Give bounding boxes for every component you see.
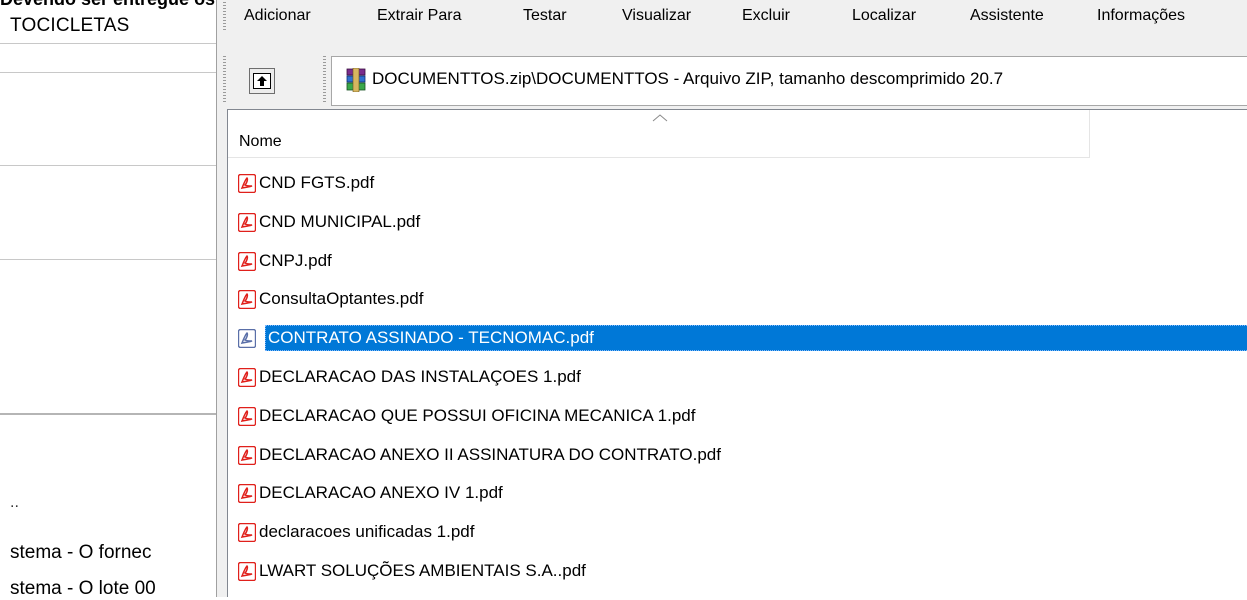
pdf-file-icon xyxy=(238,484,256,503)
file-row[interactable]: CND MUNICIPAL.pdf xyxy=(238,209,1247,235)
file-list[interactable]: Nome CND FGTS.pdf CND MUNICIPAL.pdf CNPJ.p… xyxy=(227,109,1247,597)
pdf-file-icon xyxy=(238,252,256,271)
file-name: LWART SOLUÇÕES AMBIENTAIS S.A..pdf xyxy=(259,561,586,580)
table-divider xyxy=(0,165,216,166)
file-name: CNPJ.pdf xyxy=(259,251,332,270)
table-cell-category: TOCICLETAS xyxy=(10,15,130,36)
address-bar-row: DOCUMENTTOS.zip\DOCUMENTTOS - Arquivo ZI… xyxy=(217,56,1247,108)
file-row[interactable]: ConsultaOptantes.pdf xyxy=(238,286,1247,312)
file-name: DECLARACAO DAS INSTALAÇOES 1.pdf xyxy=(259,367,581,386)
pdf-file-icon xyxy=(238,562,256,581)
file-name: DECLARACAO QUE POSSUI OFICINA MECANICA 1… xyxy=(259,406,696,425)
file-row[interactable]: DECLARACAO ANEXO IV 1.pdf xyxy=(238,480,1247,506)
file-name: ConsultaOptantes.pdf xyxy=(259,289,424,308)
document-text-line: stema - O fornec xyxy=(10,542,152,563)
column-header-label: Nome xyxy=(239,133,282,150)
column-header-name[interactable]: Nome xyxy=(228,110,1090,158)
file-row[interactable]: CNPJ.pdf xyxy=(238,248,1247,274)
toolbar-view-button[interactable]: Visualizar xyxy=(622,5,691,27)
pdf-file-icon xyxy=(238,290,256,309)
pdf-file-icon xyxy=(238,523,256,542)
toolbar-add-button[interactable]: Adicionar xyxy=(244,5,311,27)
archive-path-field[interactable]: DOCUMENTTOS.zip\DOCUMENTTOS - Arquivo ZI… xyxy=(331,56,1247,106)
toolbar-wizard-button[interactable]: Assistente xyxy=(970,5,1044,27)
path-grip[interactable] xyxy=(323,56,326,102)
file-name: declaracoes unificadas 1.pdf xyxy=(259,522,475,541)
sort-ascending-icon xyxy=(652,114,668,122)
file-name: DECLARACAO ANEXO II ASSINATURA DO CONTRA… xyxy=(259,445,721,464)
toolbar-extract-button[interactable]: Extrair Para xyxy=(377,5,461,27)
address-grip[interactable] xyxy=(223,56,226,102)
pdf-file-icon xyxy=(238,174,256,193)
pdf-file-icon xyxy=(238,368,256,387)
pdf-file-icon xyxy=(238,446,256,465)
toolbar-find-button[interactable]: Localizar xyxy=(852,5,916,27)
toolbar-delete-button[interactable]: Excluir xyxy=(742,5,790,27)
pdf-file-icon xyxy=(238,329,256,348)
file-row[interactable]: DECLARACAO QUE POSSUI OFICINA MECANICA 1… xyxy=(238,403,1247,429)
table-divider xyxy=(0,72,216,73)
file-name: CND MUNICIPAL.pdf xyxy=(259,212,421,231)
toolbar: Adicionar Extrair Para Testar Visualizar… xyxy=(217,0,1247,34)
file-row[interactable]: CONTRATO ASSINADO - TECNOMAC.pdf xyxy=(238,325,1247,351)
file-row[interactable]: DECLARACAO ANEXO II ASSINATURA DO CONTRA… xyxy=(238,442,1247,468)
file-row[interactable]: LWART SOLUÇÕES AMBIENTAIS S.A..pdf xyxy=(238,558,1247,584)
file-name: CND FGTS.pdf xyxy=(259,173,375,192)
file-row[interactable]: DECLARACAO DAS INSTALAÇOES 1.pdf xyxy=(238,364,1247,390)
up-arrow-icon xyxy=(253,73,271,89)
toolbar-info-button[interactable]: Informações xyxy=(1097,5,1185,27)
file-row[interactable]: CND FGTS.pdf xyxy=(238,170,1247,196)
toolbar-test-button[interactable]: Testar xyxy=(523,5,567,27)
table-divider xyxy=(0,413,216,415)
pdf-file-icon xyxy=(238,213,256,232)
archive-icon xyxy=(346,68,366,92)
up-folder-button[interactable] xyxy=(249,68,275,94)
file-name: CONTRATO ASSINADO - TECNOMAC.pdf xyxy=(268,328,594,347)
file-name: DECLARACAO ANEXO IV 1.pdf xyxy=(259,483,503,502)
table-divider xyxy=(0,43,216,44)
file-row[interactable]: declaracoes unificadas 1.pdf xyxy=(238,519,1247,545)
document-ellipsis: .. xyxy=(10,494,19,511)
archive-path-text: DOCUMENTTOS.zip\DOCUMENTTOS - Arquivo ZI… xyxy=(372,69,1004,88)
pdf-file-icon xyxy=(238,407,256,426)
archive-window: Adicionar Extrair Para Testar Visualizar… xyxy=(216,0,1247,597)
table-divider xyxy=(0,259,216,260)
